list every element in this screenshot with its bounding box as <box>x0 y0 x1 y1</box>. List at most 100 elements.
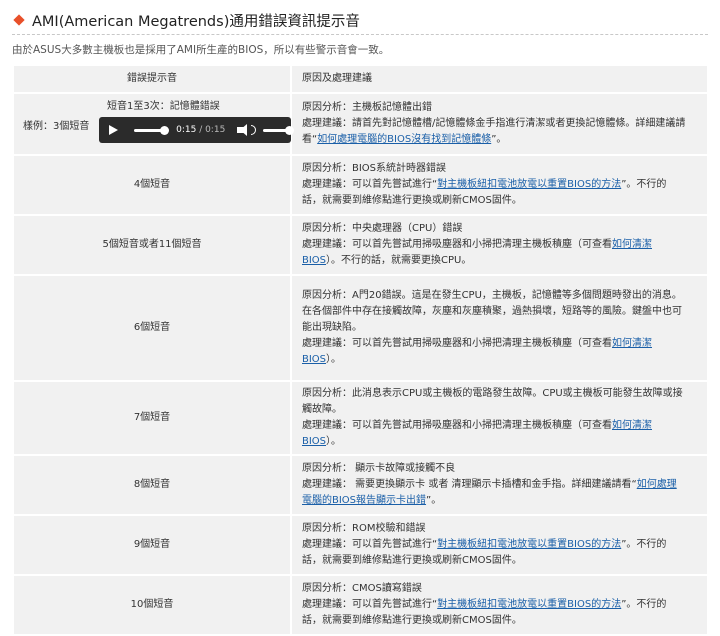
reason-line: 觸故障。 <box>302 402 697 418</box>
reason-text: 話，就需要到維修點進行更換或刷新CMOS固件。 <box>302 195 522 206</box>
reason-line: 電腦的BIOS報告顯示卡出錯”。 <box>302 493 697 509</box>
reason-text: 觸故障。 <box>302 404 342 415</box>
volume-wave-icon <box>250 125 256 135</box>
reason-text: 原因分析：A門20錯誤。這是在發生CPU，主機板，記憶體等多個問題時發出的消息。 <box>302 290 682 301</box>
table-header-row: 錯誤提示音 原因及處理建議 <box>12 64 709 94</box>
reason-text: 原因分析：BIOS系統計時器錯誤 <box>302 163 447 174</box>
reason-line: 能出現缺陷。 <box>302 320 697 336</box>
table-row: 9個短音 原因分析：ROM校驗和錯誤 處理建議：可以首先嘗試進行“對主機板紐扣電池放… <box>12 514 709 576</box>
reason-text: 處理建議：可以首先嘗試用掃吸塵器和小掃把清理主機板積塵（可查看 <box>302 239 612 250</box>
reason-text: 處理建議：可以首先嘗試用掃吸塵器和小掃把清理主機板積塵（可查看 <box>302 420 612 431</box>
help-link[interactable]: 如何清潔 <box>612 338 652 349</box>
beep-cell-sample: 短音1至3次：記憶體錯誤 樣例：3個短音 0:15 / 0:15 <box>12 92 295 156</box>
reason-line: 原因分析：此消息表示CPU或主機板的電路發生故障。CPU或主機板可能發生故障或接 <box>302 386 697 402</box>
reason-text: ）。 <box>326 436 342 447</box>
reason-text: 處理建議：可以首先嘗試進行“ <box>302 599 438 610</box>
table-row: 8個短音 原因分析： 顯示卡故障或接觸不良處理建議： 需要更換顯示卡 或者 清理顯… <box>12 454 709 516</box>
help-link[interactable]: 電腦的BIOS報告顯示卡出錯 <box>302 495 426 506</box>
help-link[interactable]: BIOS <box>302 354 326 365</box>
reason-cell: 原因分析：CMOS讀寫錯誤處理建議：可以首先嘗試進行“對主機板紐扣電池放電以重置… <box>290 574 709 636</box>
reason-line: 原因分析：A門20錯誤。這是在發生CPU，主機板，記憶體等多個問題時發出的消息。 <box>302 288 697 304</box>
progress-knob[interactable] <box>160 125 170 135</box>
reason-text: 原因分析：中央處理器（CPU）錯誤 <box>302 223 463 234</box>
reason-text: 原因分析：ROM校驗和錯誤 <box>302 523 426 534</box>
table-row: 6個短音 原因分析：A門20錯誤。這是在發生CPU，主機板，記憶體等多個問題時發出… <box>12 274 709 382</box>
reason-text: 處理建議：請首先對記憶體槽/記憶體條金手指進行清潔或者更換記憶體條。詳細建議請 <box>302 118 686 129</box>
help-link[interactable]: BIOS <box>302 255 326 266</box>
reason-text: 處理建議：可以首先嘗試進行“ <box>302 179 438 190</box>
reason-text: 話，就需要到維修點進行更換或刷新CMOS固件。 <box>302 555 522 566</box>
help-link[interactable]: 對主機板紐扣電池放電以重置BIOS的方法 <box>437 599 621 610</box>
reason-line: 處理建議：可以首先嘗試進行“對主機板紐扣電池放電以重置BIOS的方法”。不行的 <box>302 177 697 193</box>
table-row: 7個短音 原因分析：此消息表示CPU或主機板的電路發生故障。CPU或主機板可能發生… <box>12 380 709 456</box>
reason-cell: 原因分析：BIOS系統計時器錯誤 處理建議：可以首先嘗試進行“對主機板紐扣電池放電… <box>290 154 709 216</box>
reason-line: 處理建議：可以首先嘗試進行“對主機板紐扣電池放電以重置BIOS的方法”。不行的 <box>302 597 697 613</box>
reason-line: 在各個部件中存在接觸故障，灰塵和灰塵積聚，過熱損壞，短路等的風險。鍵盤中也可 <box>302 304 697 320</box>
help-link[interactable]: 對主機板紐扣電池放電以重置BIOS的方法 <box>437 179 621 190</box>
table-body: 短音1至3次：記憶體錯誤 樣例：3個短音 0:15 / 0:15 原因分析：主機板記憶… <box>12 92 709 636</box>
reason-line: BIOS）。 <box>302 352 697 368</box>
reason-line: 原因分析：BIOS系統計時器錯誤 <box>302 161 697 177</box>
reason-text: 看“ <box>302 134 318 145</box>
help-link[interactable]: 如何清潔 <box>612 420 652 431</box>
diamond-bullet-icon <box>13 14 25 26</box>
volume-knob[interactable] <box>285 125 295 135</box>
reason-line: BIOS）。不行的話，就需要更換CPU。 <box>302 253 697 269</box>
reason-text: 能出現缺陷。 <box>302 322 362 333</box>
reason-cell: 原因分析： 顯示卡故障或接觸不良處理建議： 需要更換顯示卡 或者 清理顯示卡插槽… <box>290 454 709 516</box>
reason-text: ”。不行的 <box>621 599 667 610</box>
table-row: 5個短音或者11個短音 原因分析：中央處理器（CPU）錯誤處理建議：可以首先嘗試用… <box>12 214 709 276</box>
reason-line: 處理建議：可以首先嘗試用掃吸塵器和小掃把清理主機板積塵（可查看如何清潔 <box>302 336 697 352</box>
play-icon[interactable] <box>109 125 118 135</box>
table-row: 10個短音 原因分析：CMOS讀寫錯誤處理建議：可以首先嘗試進行“對主機板紐扣電池… <box>12 574 709 636</box>
reason-text: 處理建議： 需要更換顯示卡 或者 清理顯示卡插槽和金手指。詳細建議請看“ <box>302 479 637 490</box>
table-row: 短音1至3次：記憶體錯誤 樣例：3個短音 0:15 / 0:15 原因分析：主機板記憶… <box>12 92 709 156</box>
audio-time: 0:15 / 0:15 <box>176 122 225 138</box>
help-link[interactable]: 如何處理電腦的BIOS沒有找到記憶體條 <box>317 134 491 145</box>
volume-slider[interactable] <box>262 125 295 135</box>
beep-cell: 10個短音 <box>12 574 292 636</box>
beep-code-table: 錯誤提示音 原因及處理建議 短音1至3次：記憶體錯誤 樣例：3個短音 0:15 / … <box>12 64 709 636</box>
help-link[interactable]: 如何處理 <box>637 479 677 490</box>
reason-cell: 原因分析：ROM校驗和錯誤處理建議：可以首先嘗試進行“對主機板紐扣電池放電以重置… <box>290 514 709 576</box>
reason-line: 話，就需要到維修點進行更換或刷新CMOS固件。 <box>302 193 697 209</box>
reason-text: 原因分析：主機板記憶體出錯 <box>302 102 432 113</box>
audio-progress-bar[interactable] <box>134 125 170 135</box>
beep-cell: 6個短音 <box>12 274 292 382</box>
reason-text: 話，就需要到維修點進行更換或刷新CMOS固件。 <box>302 615 522 626</box>
reason-cell: 原因分析：此消息表示CPU或主機板的電路發生故障。CPU或主機板可能發生故障或接… <box>290 380 709 456</box>
reason-text: 原因分析：CMOS讀寫錯誤 <box>302 583 422 594</box>
reason-text: ”。 <box>491 134 507 145</box>
header-beep: 錯誤提示音 <box>12 64 292 94</box>
reason-line: BIOS）。 <box>302 434 697 450</box>
sample-audio-area: 短音1至3次：記憶體錯誤 樣例：3個短音 0:15 / 0:15 <box>15 95 295 153</box>
page-title: AMI(American Megatrends)通用錯誤資訊提示音 <box>12 8 360 32</box>
help-link[interactable]: 對主機板紐扣電池放電以重置BIOS的方法 <box>437 539 621 550</box>
beep-cell: 4個短音 <box>12 154 292 216</box>
sample-description: 短音1至3次：記憶體錯誤 <box>107 101 220 112</box>
reason-text: ”。不行的 <box>621 539 667 550</box>
beep-cell: 8個短音 <box>12 454 292 516</box>
reason-line: 處理建議：請首先對記憶體槽/記憶體條金手指進行清潔或者更換記憶體條。詳細建議請 <box>302 116 697 132</box>
reason-line: 處理建議：可以首先嘗試進行“對主機板紐扣電池放電以重置BIOS的方法”。不行的 <box>302 537 697 553</box>
help-link[interactable]: 如何清潔 <box>612 239 652 250</box>
page-title-text: AMI(American Megatrends)通用錯誤資訊提示音 <box>32 13 360 30</box>
audio-player[interactable]: 0:15 / 0:15 <box>99 117 295 143</box>
beep-cell: 5個短音或者11個短音 <box>12 214 292 276</box>
reason-line: 處理建議：可以首先嘗試用掃吸塵器和小掃把清理主機板積塵（可查看如何清潔 <box>302 418 697 434</box>
reason-text: 處理建議：可以首先嘗試進行“ <box>302 539 438 550</box>
volume-icon[interactable] <box>237 124 247 136</box>
table-row: 4個短音 原因分析：BIOS系統計時器錯誤 處理建議：可以首先嘗試進行“對主機板紐扣… <box>12 154 709 216</box>
title-divider <box>12 34 708 35</box>
reason-line: 原因分析：CMOS讀寫錯誤 <box>302 581 697 597</box>
reason-line: 處理建議： 需要更換顯示卡 或者 清理顯示卡插槽和金手指。詳細建議請看“如何處理 <box>302 477 697 493</box>
reason-text: 原因分析： 顯示卡故障或接觸不良 <box>302 463 456 474</box>
time-total: / 0:15 <box>196 125 226 135</box>
reason-line: 原因分析：中央處理器（CPU）錯誤 <box>302 221 697 237</box>
reason-line: 原因分析：主機板記憶體出錯 <box>302 100 697 116</box>
reason-cell: 原因分析：A門20錯誤。這是在發生CPU，主機板，記憶體等多個問題時發出的消息。… <box>290 274 709 382</box>
reason-text: ）。不行的話，就需要更換CPU。 <box>326 255 472 266</box>
help-link[interactable]: BIOS <box>302 436 326 447</box>
reason-line: 處理建議：可以首先嘗試用掃吸塵器和小掃把清理主機板積塵（可查看如何清潔 <box>302 237 697 253</box>
reason-line: 看“如何處理電腦的BIOS沒有找到記憶體條”。 <box>302 132 697 148</box>
